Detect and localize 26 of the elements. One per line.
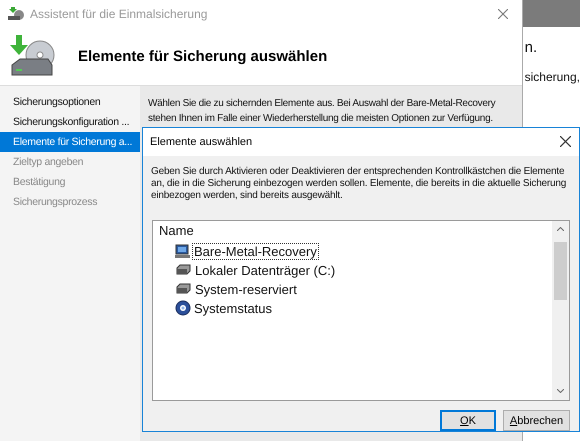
tree-item[interactable]: Lokaler Datenträger (C:) (193, 262, 338, 279)
page-description: Wählen Sie die zu sichernden Elemente aus. Bei Auswahl der Bare-Metal-Recovery stehen Ihnen im Falle einer Wiederherstellung die meisten Optionen zur Verfügung. (148, 97, 496, 126)
scrollbar[interactable] (552, 220, 569, 400)
backup-icon (8, 6, 24, 20)
title-bar (522, 0, 580, 27)
drive-icon (175, 283, 192, 296)
sidebar-item[interactable]: Sicherungskonfiguration ... (0, 112, 140, 132)
tree-item[interactable]: Bare-Metal-Recovery (192, 242, 319, 260)
dialog-description: Geben Sie durch Aktivieren oder Deaktivieren der entsprechenden Kontrollkästchen die Elemente an, die in die Sicherung einbezogen werden sollen. Elemente, die bereits in die aktuelle Sicherung einbezogen werden, sind bereits ausgewählt. (151, 166, 568, 202)
page-heading: Elemente für Sicherung auswählen (78, 48, 328, 64)
chevron-down-icon[interactable] (557, 389, 564, 393)
ok-button[interactable]: OK (440, 410, 496, 431)
column-header: Name (159, 222, 194, 240)
tree-item[interactable]: System-reserviert (193, 280, 299, 298)
sidebar-item[interactable]: Sicherungsoptionen (0, 92, 140, 112)
tree-item[interactable]: Systemstatus (192, 300, 274, 317)
background-text: sicherung, (524, 70, 580, 84)
cancel-button[interactable]: Abbrechen (503, 410, 570, 431)
chevron-up-icon[interactable] (557, 226, 564, 231)
background-text: n. (524, 39, 538, 56)
gear-icon (175, 300, 191, 316)
sidebar-item[interactable]: Elemente für Sicherung a... (0, 132, 140, 152)
window-title: Assistent für die Einmalsicherung (30, 6, 208, 20)
computer-icon (175, 244, 191, 259)
dialog-title: Elemente auswählen (150, 136, 254, 148)
drive-icon (175, 264, 192, 276)
